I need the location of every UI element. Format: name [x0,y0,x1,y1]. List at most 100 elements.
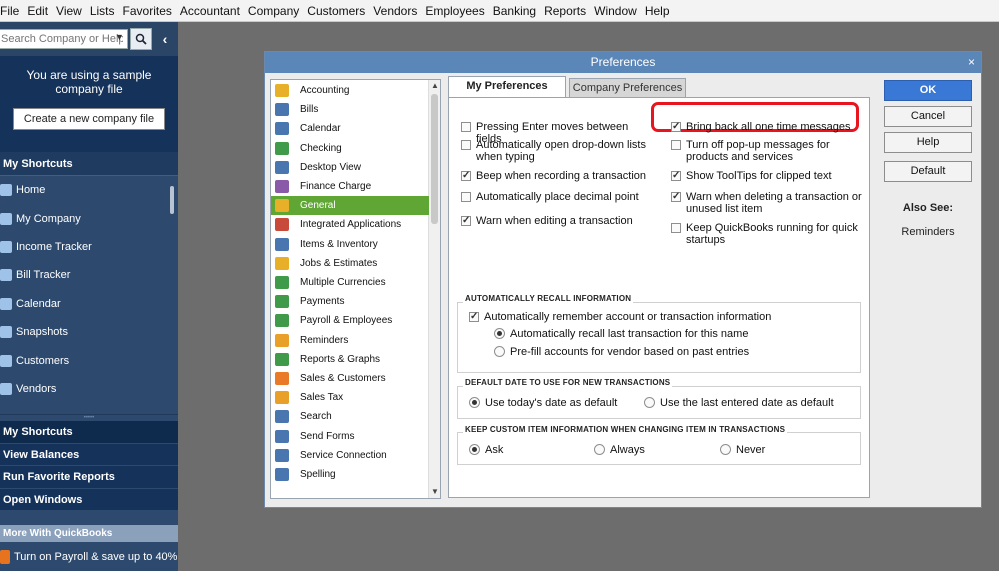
checkbox[interactable] [671,121,681,133]
category-bills[interactable]: Bills [271,100,429,119]
radio[interactable] [494,346,505,357]
category-multiple-currencies[interactable]: Multiple Currencies [271,273,429,292]
menu-employees[interactable]: Employees [421,4,488,18]
radio-default-date-1[interactable]: Use the last entered date as default [644,397,834,409]
category-service-connection[interactable]: Service Connection [271,446,429,465]
checkbox[interactable] [671,170,681,182]
option-keep-quickbooks-running-for-quick-startups[interactable]: Keep QuickBooks running for quick startu… [671,222,866,246]
category-send-forms[interactable]: Send Forms [271,427,429,446]
collapse-icon[interactable]: ‹ [157,30,173,48]
radio[interactable] [644,397,655,408]
category-desktop-view[interactable]: Desktop View [271,158,429,177]
shortcut-home[interactable]: Home [0,176,178,204]
category-integrated-applications[interactable]: Integrated Applications [271,215,429,234]
search-button[interactable] [130,28,152,50]
radio-recall-0[interactable]: Automatically recall last transaction fo… [494,328,748,340]
menu-favorites[interactable]: Favorites [119,4,176,18]
category-items-and-inventory[interactable]: Items & Inventory [271,235,429,254]
option-automatically-place-decimal-point[interactable]: Automatically place decimal point [461,191,651,203]
option-show-tooltips-for-clipped-text[interactable]: Show ToolTips for clipped text [671,170,866,182]
radio[interactable] [469,397,480,408]
category-spelling[interactable]: Spelling [271,465,429,484]
checkbox[interactable] [671,191,681,203]
category-reports-and-graphs[interactable]: Reports & Graphs [271,350,429,369]
category-payroll-and-employees[interactable]: Payroll & Employees [271,311,429,330]
default-button[interactable]: Default [884,161,972,182]
category-finance-charge[interactable]: Finance Charge [271,177,429,196]
menu-accountant[interactable]: Accountant [176,4,244,18]
cancel-button[interactable]: Cancel [884,106,972,127]
scroll-down-icon[interactable]: ▼ [431,487,439,496]
option-warn-when-deleting-a-transaction-or-unused-list-item[interactable]: Warn when deleting a transaction or unus… [671,191,866,215]
shortcut-calendar[interactable]: Calendar [0,290,178,318]
option-beep-when-recording-a-transaction[interactable]: Beep when recording a transaction [461,170,651,182]
nav-tab-view-balances[interactable]: View Balances [0,443,178,467]
option-warn-when-editing-a-transaction[interactable]: Warn when editing a transaction [461,215,651,227]
menu-help[interactable]: Help [641,4,674,18]
checkbox[interactable] [461,122,471,132]
option-bring-back-all-one-time-messages[interactable]: Bring back all one time messages [671,121,866,133]
category-search[interactable]: Search [271,407,429,426]
radio[interactable] [494,328,505,339]
radio[interactable] [720,444,731,455]
shortcut-vendors[interactable]: Vendors [0,375,178,403]
close-icon[interactable]: × [968,52,975,73]
menu-lists[interactable]: Lists [86,4,119,18]
tab-company-preferences[interactable]: Company Preferences [569,78,686,98]
checkbox[interactable] [461,192,471,202]
category-sales-tax[interactable]: Sales Tax [271,388,429,407]
nav-tab-run-favorite-reports[interactable]: Run Favorite Reports [0,466,178,489]
search-input[interactable] [0,29,128,49]
menu-window[interactable]: Window [590,4,641,18]
scroll-up-icon[interactable]: ▲ [431,81,439,90]
option-auto-remember[interactable]: Automatically remember account or transa… [469,311,771,323]
menu-vendors[interactable]: Vendors [369,4,421,18]
option-turn-off-pop-up-messages-for-products-and-services[interactable]: Turn off pop-up messages for products an… [671,139,866,163]
nav-splitter[interactable]: ••••• [0,414,178,421]
shortcut-bill-tracker[interactable]: Bill Tracker [0,261,178,289]
also-see-reminders-link[interactable]: Reminders [884,226,972,238]
radio-custom-item-always[interactable]: Always [594,444,645,456]
scroll-thumb[interactable] [431,94,438,224]
menu-view[interactable]: View [52,4,86,18]
nav-tab-my-shortcuts[interactable]: My Shortcuts [0,421,178,444]
checkbox[interactable] [461,170,471,182]
checkbox[interactable] [469,311,479,323]
category-calendar[interactable]: Calendar [271,119,429,138]
ok-button[interactable]: OK [884,80,972,101]
category-accounting[interactable]: Accounting [271,81,429,100]
checkbox[interactable] [461,215,471,227]
checkbox[interactable] [671,140,681,150]
menu-reports[interactable]: Reports [540,4,590,18]
tab-my-preferences[interactable]: My Preferences [448,76,566,98]
checkbox[interactable] [461,140,471,150]
help-button[interactable]: Help [884,132,972,153]
radio-custom-item-never[interactable]: Never [720,444,765,456]
shortcut-snapshots[interactable]: Snapshots [0,318,178,346]
create-company-button[interactable]: Create a new company file [13,108,165,130]
category-sales-and-customers[interactable]: Sales & Customers [271,369,429,388]
category-reminders[interactable]: Reminders [271,331,429,350]
category-scrollbar[interactable]: ▲ ▼ [428,80,440,498]
menu-edit[interactable]: Edit [23,4,52,18]
radio[interactable] [469,444,480,455]
shortcut-my-company[interactable]: My Company [0,204,178,232]
shortcut-customers[interactable]: Customers [0,346,178,374]
payroll-promo[interactable]: Turn on Payroll & save up to 40% [0,542,178,571]
shortcuts-scrollbar[interactable] [170,186,174,214]
shortcut-income-tracker[interactable]: Income Tracker [0,233,178,261]
category-general[interactable]: General [271,196,429,216]
category-jobs-and-estimates[interactable]: Jobs & Estimates [271,254,429,273]
nav-tab-open-windows[interactable]: Open Windows [0,488,178,512]
checkbox[interactable] [671,223,681,233]
category-payments[interactable]: Payments [271,292,429,311]
menu-file[interactable]: File [0,4,23,18]
radio-recall-1[interactable]: Pre-fill accounts for vendor based on pa… [494,346,749,358]
menu-company[interactable]: Company [244,4,303,18]
option-automatically-open-drop-down-lists-when-typing[interactable]: Automatically open drop-down lists when … [461,139,651,163]
radio-default-date-0[interactable]: Use today's date as default [469,397,617,409]
category-checking[interactable]: Checking [271,139,429,158]
menu-customers[interactable]: Customers [303,4,369,18]
radio[interactable] [594,444,605,455]
menu-banking[interactable]: Banking [489,4,540,18]
